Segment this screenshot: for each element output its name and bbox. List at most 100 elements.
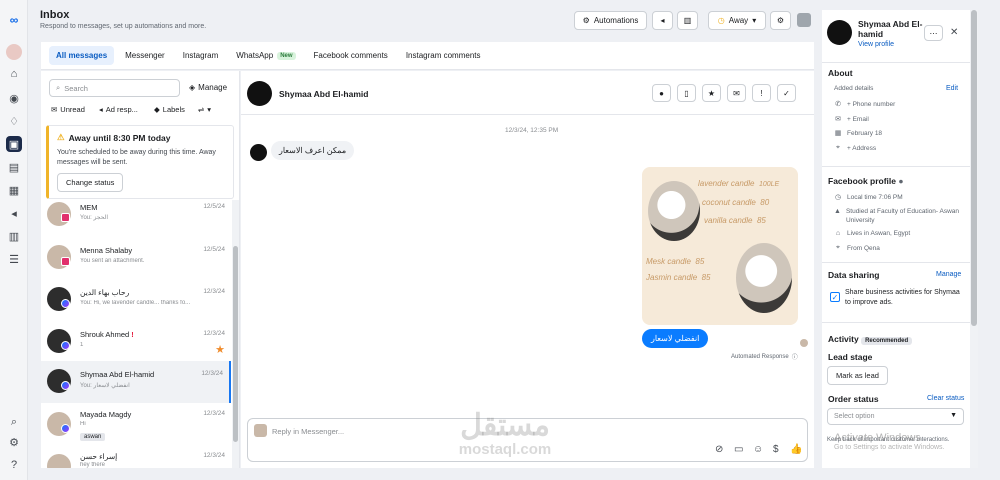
page-subtitle: Respond to messages, set up automations …	[40, 23, 207, 30]
like-icon[interactable]: 👍	[790, 444, 802, 455]
local-time: ◷ Local time 7:06 PM	[834, 193, 903, 202]
order-status-select[interactable]: Select option ▼	[827, 408, 964, 425]
mark-done-button[interactable]: ✓	[777, 84, 796, 102]
compass-icon[interactable]: ◉	[6, 90, 22, 106]
view-profile-link[interactable]: View profile	[858, 41, 894, 48]
check-icon: ✓	[783, 88, 790, 98]
list-item[interactable]: Mayada Magdy 12/3/24 Hi aswan	[41, 404, 231, 446]
graduation-cap-icon: ▲	[834, 208, 841, 215]
bell-icon[interactable]: ♢	[6, 113, 22, 129]
recommended-badge: Recommended	[861, 337, 913, 345]
insights-button[interactable]: ▥	[677, 11, 698, 30]
list-scrollbar[interactable]	[232, 200, 239, 468]
manage-link[interactable]: Manage	[936, 271, 961, 278]
share-activity-checkbox[interactable]: ✓	[830, 292, 840, 302]
lives-in: ⌂ Lives in Aswan, Egypt	[835, 230, 911, 237]
education: ▲ Studied at Faculty of Education- Aswan …	[834, 208, 960, 224]
tab-instagram-comments[interactable]: Instagram comments	[399, 46, 488, 65]
emoji-icon[interactable]: ☺	[753, 444, 763, 455]
list-item[interactable]: Menna Shalaby 12/5/24 You sent an attach…	[41, 237, 231, 279]
tab-instagram[interactable]: Instagram	[176, 46, 226, 65]
page-avatar-icon[interactable]	[797, 13, 811, 27]
clock-icon: ◷	[834, 194, 842, 201]
clear-status-link[interactable]: Clear status	[927, 395, 964, 402]
mark-as-lead-button[interactable]: Mark as lead	[827, 366, 888, 385]
star-button[interactable]: ★	[702, 84, 721, 102]
add-phone[interactable]: ✆ + Phone number	[834, 100, 895, 109]
edit-link[interactable]: Edit	[946, 85, 958, 92]
page-avatar-icon[interactable]	[6, 44, 22, 60]
scrollbar-thumb[interactable]	[233, 246, 238, 442]
attach-icon[interactable]: ⊘	[715, 444, 723, 455]
home-icon[interactable]: ⌂	[6, 66, 22, 82]
broadcast-button[interactable]: ◂	[652, 11, 673, 30]
list-item-selected[interactable]: Shymaa Abd El-hamid 12/3/24 You: انفضلي …	[41, 361, 231, 403]
menu-lines-icon[interactable]: ☰	[6, 251, 22, 267]
seen-avatar	[800, 339, 808, 347]
content-icon[interactable]: ▤	[6, 159, 22, 175]
status-dropdown[interactable]: ◷ Away ▾	[708, 11, 766, 30]
contact-details-panel: Shymaa Abd El-hamid View profile ⋯ ✕ Abo…	[822, 10, 970, 468]
location-pin-icon: ⌖	[836, 244, 840, 251]
details-scrollbar[interactable]	[970, 10, 978, 468]
report-button[interactable]: !	[752, 84, 771, 102]
mark-unread-button[interactable]: ✉	[727, 84, 746, 102]
saved-reply-icon[interactable]: ▭	[734, 444, 743, 455]
star-icon[interactable]: ★	[215, 343, 225, 356]
contact-name[interactable]: Shymaa Abd El-hamid	[279, 89, 368, 99]
more-dots-icon: ⋯	[929, 28, 938, 38]
contact-avatar[interactable]	[247, 81, 272, 106]
automations-button[interactable]: ⚙ Automations	[574, 11, 647, 30]
added-details-label: Added details	[834, 85, 874, 92]
filter-unread[interactable]: ✉ Unread	[51, 105, 85, 114]
sliders-icon: ⇌	[198, 105, 205, 114]
divider	[822, 166, 970, 167]
megaphone-icon: ◂	[99, 105, 103, 114]
list-item[interactable]: رحاب بهاء الدين 12/3/24 You: Hi, we lave…	[41, 279, 231, 321]
more-button[interactable]: ⋯	[924, 25, 943, 41]
insights-icon[interactable]: ▥	[6, 228, 22, 244]
reply-input[interactable]: Reply in Messenger...	[272, 427, 344, 436]
delete-button[interactable]: ▯	[677, 84, 696, 102]
stack-icon: ◈	[189, 83, 196, 92]
birthday: ▦ February 18	[834, 129, 883, 138]
add-address[interactable]: ⌖ + Address	[834, 144, 876, 152]
megaphone-icon[interactable]: ◂	[6, 205, 22, 221]
order-status-heading: Order status	[828, 394, 879, 404]
filter-labels[interactable]: ◆ Labels	[154, 105, 185, 114]
tab-whatsapp[interactable]: WhatsApp New	[229, 46, 302, 65]
unread-icon: ✉	[51, 105, 58, 114]
more-filters-button[interactable]: ⇌ ▾	[198, 105, 211, 114]
label-tag: aswan	[80, 433, 106, 441]
chevron-down-icon: ▾	[207, 105, 212, 114]
settings-button[interactable]: ⚙	[770, 11, 791, 30]
calendar-grid-icon[interactable]: ▦	[6, 182, 22, 198]
search-icon[interactable]: ⌕	[6, 414, 22, 430]
info-icon[interactable]: ⓘ	[792, 352, 798, 361]
tab-facebook-comments[interactable]: Facebook comments	[307, 46, 395, 65]
list-item[interactable]: MEM 12/5/24 You: الحجز	[41, 200, 231, 236]
tab-all-messages[interactable]: All messages	[49, 46, 115, 65]
payment-icon[interactable]: $	[773, 444, 779, 455]
tab-messenger[interactable]: Messenger	[118, 46, 172, 65]
close-icon[interactable]: ✕	[950, 27, 958, 38]
meta-logo-icon[interactable]: ∞	[6, 12, 22, 28]
avatar	[827, 20, 852, 45]
scrollbar-thumb[interactable]	[971, 10, 977, 326]
price-list-image[interactable]: lavender candle 100LE coconut candle 80 …	[642, 167, 798, 325]
list-item[interactable]: Shrouk Ahmed ! 12/3/24 1 ★	[41, 321, 231, 363]
gear-icon[interactable]: ⚙	[6, 434, 22, 450]
caret-down-icon: ▼	[950, 412, 957, 419]
new-badge: New	[277, 51, 296, 60]
manage-button[interactable]: ◈ Manage	[189, 83, 227, 92]
help-icon[interactable]: ?	[6, 457, 22, 473]
inbox-chat-icon[interactable]: ▣	[6, 136, 22, 152]
search-input[interactable]: ⌕ Search	[49, 79, 180, 97]
list-item[interactable]: إسراء حسن 12/3/24 hey there	[41, 446, 231, 468]
add-email[interactable]: ✉ + Email	[834, 115, 869, 124]
activity-heading: Activity Recommended	[828, 334, 913, 345]
envelope-icon: ✉	[733, 88, 740, 98]
info-button[interactable]: ●	[652, 84, 671, 102]
filter-ad-responses[interactable]: ◂ Ad resp...	[99, 105, 138, 114]
change-status-button[interactable]: Change status	[57, 173, 124, 192]
